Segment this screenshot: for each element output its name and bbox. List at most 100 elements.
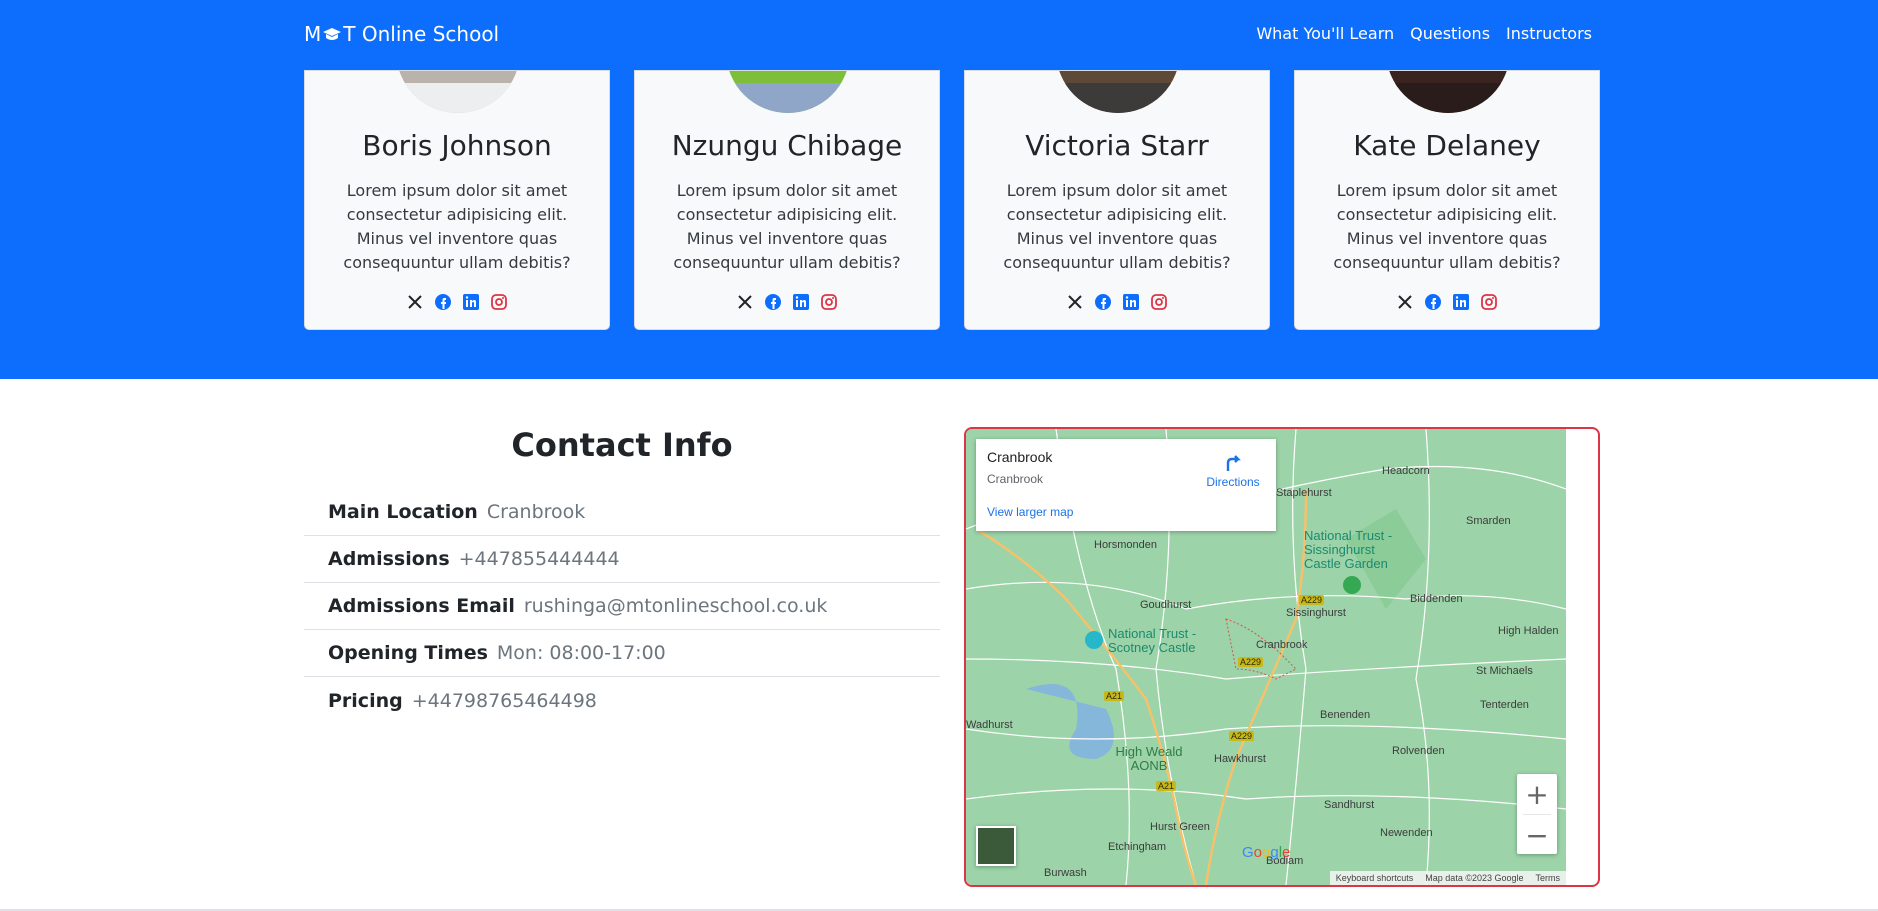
directions-label: Directions [1206, 475, 1260, 489]
contact-row-location: Main Location Cranbrook [304, 489, 940, 536]
contact-row-email: Admissions Email rushinga@mtonlineschool… [304, 583, 940, 630]
social-links [305, 293, 609, 311]
map-aonb-label: High Weald AONB [1115, 744, 1183, 773]
road-shield: A21 [1156, 781, 1177, 791]
instructor-avatar [726, 71, 850, 113]
facebook-icon[interactable] [1094, 293, 1112, 311]
contact-value: rushinga@mtonlineschool.co.uk [523, 595, 828, 617]
map-embed: Headcorn Staplehurst Smarden Horsmonden … [964, 427, 1600, 887]
keyboard-shortcuts-link[interactable]: Keyboard shortcuts [1336, 873, 1414, 883]
directions-button[interactable]: Directions [1200, 451, 1266, 489]
directions-icon [1226, 455, 1241, 471]
nav-link-what-youll-learn[interactable]: What You'll Learn [1256, 24, 1394, 43]
map-place: Headcorn [1382, 465, 1430, 477]
view-larger-map-link[interactable]: View larger map [987, 505, 1073, 519]
zoom-in-button[interactable]: + [1517, 774, 1557, 814]
social-links [965, 293, 1269, 311]
instagram-icon[interactable] [1480, 293, 1498, 311]
instagram-icon[interactable] [820, 293, 838, 311]
map-place: Hawkhurst [1214, 753, 1266, 765]
instructor-avatar [1056, 71, 1180, 113]
contact-label: Main Location [328, 501, 478, 523]
nav-link-questions[interactable]: Questions [1410, 24, 1490, 43]
contact-value: +44798765464498 [411, 689, 597, 712]
navbar: M T Online School What You'll Learn Ques… [0, 0, 1878, 70]
map-place: Goudhurst [1140, 599, 1192, 611]
instructor-card: Nzungu Chibage Lorem ipsum dolor sit ame… [634, 70, 940, 330]
instructor-avatar [1386, 71, 1510, 113]
map-canvas[interactable]: Headcorn Staplehurst Smarden Horsmonden … [966, 429, 1566, 885]
linkedin-icon[interactable] [1122, 293, 1140, 311]
contact-label: Admissions Email [328, 595, 515, 617]
contact-row-admissions: Admissions +447855444444 [304, 536, 940, 583]
map-place: Hurst Green [1150, 821, 1210, 833]
instructor-bio: Lorem ipsum dolor sit amet consectetur a… [1003, 181, 1231, 272]
map-place: Tenterden [1480, 699, 1529, 711]
map-place: Benenden [1320, 709, 1371, 721]
instructor-bio: Lorem ipsum dolor sit amet consectetur a… [343, 181, 571, 272]
instagram-icon[interactable] [1150, 293, 1168, 311]
zoom-out-button[interactable]: − [1517, 815, 1557, 855]
map-place: Sandhurst [1324, 799, 1375, 811]
brand-text: T Online School [343, 22, 500, 46]
map-place: Biddenden [1410, 593, 1463, 605]
map-place: Newenden [1380, 827, 1433, 839]
facebook-icon[interactable] [434, 293, 452, 311]
brand-letter: M [304, 22, 322, 46]
map-place: Cranbrook [1256, 639, 1308, 651]
satellite-toggle[interactable] [976, 826, 1016, 866]
instructor-bio: Lorem ipsum dolor sit amet consectetur a… [1333, 181, 1561, 272]
road-shield: A229 [1238, 657, 1264, 667]
map-place: Wadhurst [966, 719, 1013, 731]
contact-title: Contact Info [511, 426, 733, 464]
map-place: Etchingham [1108, 841, 1167, 853]
graduation-cap-icon [323, 28, 342, 40]
instructor-name: Nzungu Chibage [671, 129, 903, 162]
linkedin-icon[interactable] [462, 293, 480, 311]
contact-info-list: Main Location Cranbrook Admissions +4478… [304, 489, 940, 724]
map-place: Staplehurst [1276, 487, 1332, 499]
map-place-card: Cranbrook Cranbrook View larger map Dire… [976, 439, 1276, 531]
instructor-bio: Lorem ipsum dolor sit amet consectetur a… [673, 181, 901, 272]
x-icon[interactable] [736, 293, 754, 311]
google-logo: Google [1242, 844, 1291, 861]
x-icon[interactable] [406, 293, 424, 311]
instagram-icon[interactable] [490, 293, 508, 311]
contact-label: Pricing [328, 689, 403, 712]
map-place: Sissinghurst [1286, 607, 1346, 619]
contact-value: Cranbrook [486, 501, 586, 523]
instructor-card: Victoria Starr Lorem ipsum dolor sit ame… [964, 70, 1270, 330]
map-poi[interactable]: National Trust - Sissinghurst Castle Gar… [1304, 529, 1414, 571]
linkedin-icon[interactable] [1452, 293, 1470, 311]
road-shield: A229 [1229, 731, 1255, 741]
instructor-name: Boris Johnson [362, 129, 552, 162]
contact-label: Opening Times [328, 642, 488, 664]
map-place-subtitle: Cranbrook [987, 472, 1044, 486]
road-shield: A229 [1299, 595, 1325, 605]
instructor-card: Kate Delaney Lorem ipsum dolor sit amet … [1294, 70, 1600, 330]
social-links [635, 293, 939, 311]
map-attribution: Keyboard shortcuts Map data ©2023 Google… [1329, 871, 1566, 885]
linkedin-icon[interactable] [792, 293, 810, 311]
brand-logo[interactable]: M T Online School [304, 22, 499, 46]
social-links [1295, 293, 1599, 311]
zoom-controls: + − [1517, 774, 1557, 854]
instructor-avatar [396, 71, 520, 113]
map-place-title: Cranbrook [987, 449, 1053, 465]
road-shield: A21 [1104, 691, 1125, 701]
x-icon[interactable] [1066, 293, 1084, 311]
facebook-icon[interactable] [1424, 293, 1442, 311]
terms-link[interactable]: Terms [1536, 873, 1561, 883]
instructor-card: Boris Johnson Lorem ipsum dolor sit amet… [304, 70, 610, 330]
instructor-name: Kate Delaney [1353, 129, 1541, 162]
map-place: Smarden [1466, 515, 1511, 527]
nav-links: What You'll Learn Questions Instructors [1256, 24, 1592, 43]
map-place: Horsmonden [1094, 539, 1157, 551]
contact-value: +447855444444 [458, 548, 620, 570]
facebook-icon[interactable] [764, 293, 782, 311]
map-place: High Halden [1498, 625, 1559, 637]
nav-link-instructors[interactable]: Instructors [1506, 24, 1592, 43]
x-icon[interactable] [1396, 293, 1414, 311]
map-poi[interactable]: National Trust - Scotney Castle [1108, 627, 1212, 655]
contact-value: Mon: 08:00-17:00 [496, 642, 666, 664]
